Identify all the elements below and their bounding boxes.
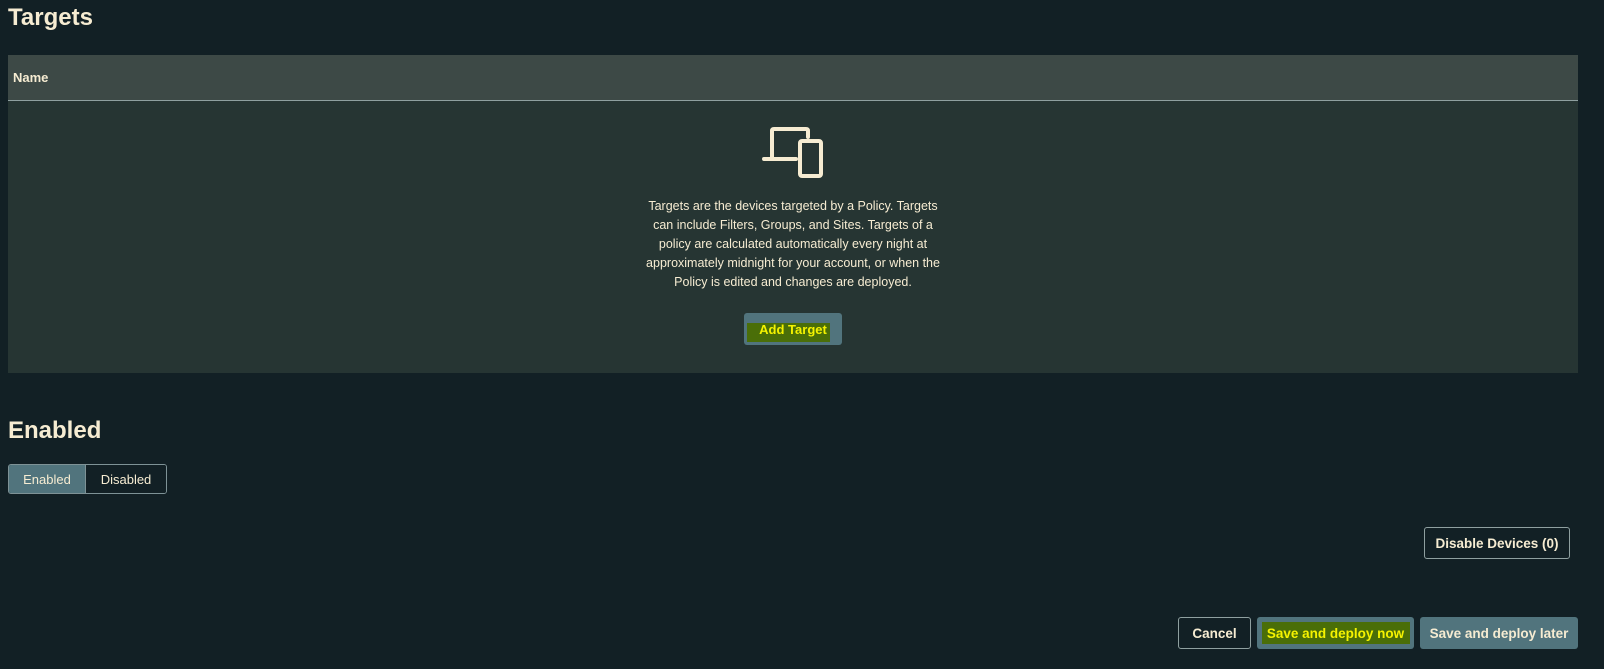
add-target-button[interactable]: Add Target xyxy=(744,313,842,345)
table-header: Name xyxy=(8,55,1578,101)
targets-empty-description: Targets are the devices targeted by a Po… xyxy=(646,199,940,289)
add-target-label: Add Target xyxy=(759,321,827,337)
save-and-deploy-now-button[interactable]: Save and deploy now xyxy=(1257,617,1414,649)
save-and-deploy-later-button[interactable]: Save and deploy later xyxy=(1420,617,1578,649)
toggle-enabled[interactable]: Enabled xyxy=(9,465,85,493)
save-and-deploy-now-label: Save and deploy now xyxy=(1266,625,1405,641)
cancel-button[interactable]: Cancel xyxy=(1178,617,1251,649)
targets-title: Targets xyxy=(8,4,93,31)
enabled-toggle-group: Enabled Disabled xyxy=(8,464,167,494)
targets-empty-state: Targets are the devices targeted by a Po… xyxy=(8,127,1578,345)
column-header-name[interactable]: Name xyxy=(13,70,48,85)
targets-table: Name Targets are the devices targeted by… xyxy=(8,55,1578,373)
devices-icon xyxy=(762,127,823,178)
disable-devices-button[interactable]: Disable Devices (0) xyxy=(1424,527,1570,559)
enabled-title: Enabled xyxy=(8,417,102,444)
toggle-disabled[interactable]: Disabled xyxy=(85,465,166,493)
policy-targets-page: Targets Name Targets are the devices tar… xyxy=(0,0,1604,669)
